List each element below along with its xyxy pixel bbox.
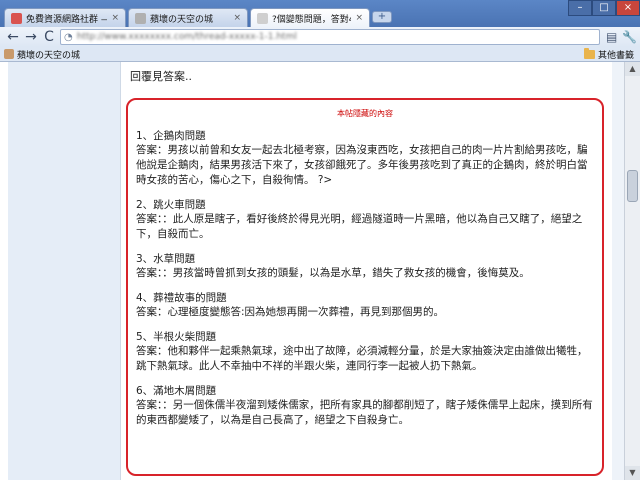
qa-item: 4、葬禮故事的問題 答案：心理極度變態答:因為她想再開一次葬禮，再見到那個男的。 — [136, 291, 594, 320]
toolbar: ← → C ◔ http://www.xxxxxxxx.com/thread-x… — [0, 27, 640, 47]
tab-strip: 免費資源網路社群 — 免... × 蘋壞の天空の城 × ?個變態問題，答對4個算… — [0, 0, 640, 27]
question-title: 2、跳火車問題 — [136, 199, 206, 211]
question-answer: 答案：：此人原是瞎子，看好後終於得見光明，經過隧道時一片黑暗，他以為自己又瞎了，… — [136, 213, 583, 240]
bookmark-favicon-icon — [4, 49, 14, 59]
question-title: 1、企鵝肉問題 — [136, 130, 206, 142]
tab-title: 免費資源網路社群 — 免... — [26, 14, 107, 25]
bookmarks-bar: 蘋壞の天空の城 其他書籤 — [0, 47, 640, 62]
address-bar[interactable]: ◔ http://www.xxxxxxxx.com/thread-xxxxx-1… — [60, 29, 600, 45]
qa-item: 2、跳火車問題 答案：：此人原是瞎子，看好後終於得見光明，經過隧道時一片黑暗，他… — [136, 198, 594, 242]
address-url[interactable]: http://www.xxxxxxxx.com/thread-xxxxx-1-1… — [77, 32, 297, 42]
qa-item: 5、半根火柴問題 答案：他和夥伴一起乘熱氣球，途中出了故障，必須減輕分量，於是大… — [136, 330, 594, 374]
other-bookmarks[interactable]: 其他書籤 — [583, 48, 634, 61]
page-icon: ◔ — [64, 31, 73, 43]
reload-button[interactable]: C — [40, 28, 58, 46]
question-answer: 答案：心理極度變態答:因為她想再開一次葬禮，再見到那個男的。 — [136, 306, 445, 318]
bookmark-sky-castle[interactable]: 蘋壞の天空の城 — [4, 48, 80, 61]
hidden-content-box: 本帖隱藏的內容 1、企鵝肉問題 答案：男孩以前曾和女友一起去北極考察，因為沒東西… — [126, 98, 604, 476]
qa-item: 3、水草問題 答案：：男孩當時曾抓到女孩的頭髮，以為是水草，錯失了救女孩的機會，… — [136, 252, 594, 281]
tab-close-icon[interactable]: × — [111, 13, 119, 23]
tab-active-question[interactable]: ?個變態問題，答對4個算... × — [250, 8, 370, 27]
tab-favicon-icon — [257, 12, 268, 24]
question-title: 4、葬禮故事的問題 — [136, 292, 227, 304]
forward-button[interactable]: → — [22, 28, 40, 46]
qa-item: 6、滿地木屑問題 答案：：另一個侏儒半夜溜到矮侏儒家，把所有家具的腳都削短了，瞎… — [136, 384, 594, 428]
scroll-down-arrow-icon[interactable]: ▼ — [625, 466, 640, 480]
question-title: 3、水草問題 — [136, 253, 196, 265]
tab-free-resource[interactable]: 免費資源網路社群 — 免... × — [4, 8, 126, 27]
wrench-icon[interactable]: 🔧 — [622, 30, 637, 44]
tab-favicon-icon — [11, 12, 22, 24]
new-tab-button[interactable]: + — [372, 11, 392, 23]
vertical-scrollbar[interactable]: ▲ ▼ — [624, 62, 640, 480]
question-title: 5、半根火柴問題 — [136, 331, 217, 343]
back-button[interactable]: ← — [4, 28, 22, 46]
post-author-panel — [8, 62, 120, 480]
folder-icon — [583, 48, 595, 59]
tab-favicon-icon — [135, 12, 146, 24]
qa-item: 1、企鵝肉問題 答案：男孩以前曾和女友一起去北極考察，因為沒東西吃，女孩把自己的… — [136, 129, 594, 188]
scroll-thumb[interactable] — [627, 170, 638, 202]
question-answer: 答案：男孩以前曾和女友一起去北極考察，因為沒東西吃，女孩把自己的肉一片片割給男孩… — [136, 144, 588, 186]
right-gutter — [612, 62, 624, 480]
tab-close-icon[interactable]: × — [355, 13, 363, 23]
close-window-button[interactable]: × — [616, 0, 640, 16]
tab-sky-castle[interactable]: 蘋壞の天空の城 × — [128, 8, 248, 27]
tab-close-icon[interactable]: × — [233, 13, 241, 23]
question-answer: 答案：：男孩當時曾抓到女孩的頭髮，以為是水草，錯失了救女孩的機會，後悔莫及。 — [136, 267, 530, 279]
minimize-button[interactable]: – — [568, 0, 592, 16]
page-menu-icon[interactable]: ▤ — [606, 30, 617, 44]
tab-title: 蘋壞の天空の城 — [150, 14, 214, 25]
column-divider — [120, 62, 121, 480]
maximize-button[interactable]: □ — [592, 0, 616, 16]
question-title: 6、滿地木屑問題 — [136, 385, 217, 397]
reply-notice: 回覆見答案.. — [130, 70, 192, 83]
hidden-content-title: 本帖隱藏的內容 — [337, 109, 393, 118]
tab-title: ?個變態問題，答對4個算... — [272, 14, 351, 25]
question-answer: 答案：他和夥伴一起乘熱氣球，途中出了故障，必須減輕分量，於是大家抽簽決定由誰做出… — [136, 345, 588, 372]
bookmark-label: 蘋壞の天空の城 — [17, 50, 81, 61]
question-answer: 答案：：另一個侏儒半夜溜到矮侏儒家，把所有家具的腳都削短了，瞎子矮侏儒早上起床，… — [136, 399, 593, 426]
other-bookmarks-label: 其他書籤 — [597, 51, 634, 61]
page-viewport: 回覆見答案.. 本帖隱藏的內容 1、企鵝肉問題 答案：男孩以前曾和女友一起去北極… — [0, 62, 640, 480]
scroll-up-arrow-icon[interactable]: ▲ — [625, 62, 640, 76]
